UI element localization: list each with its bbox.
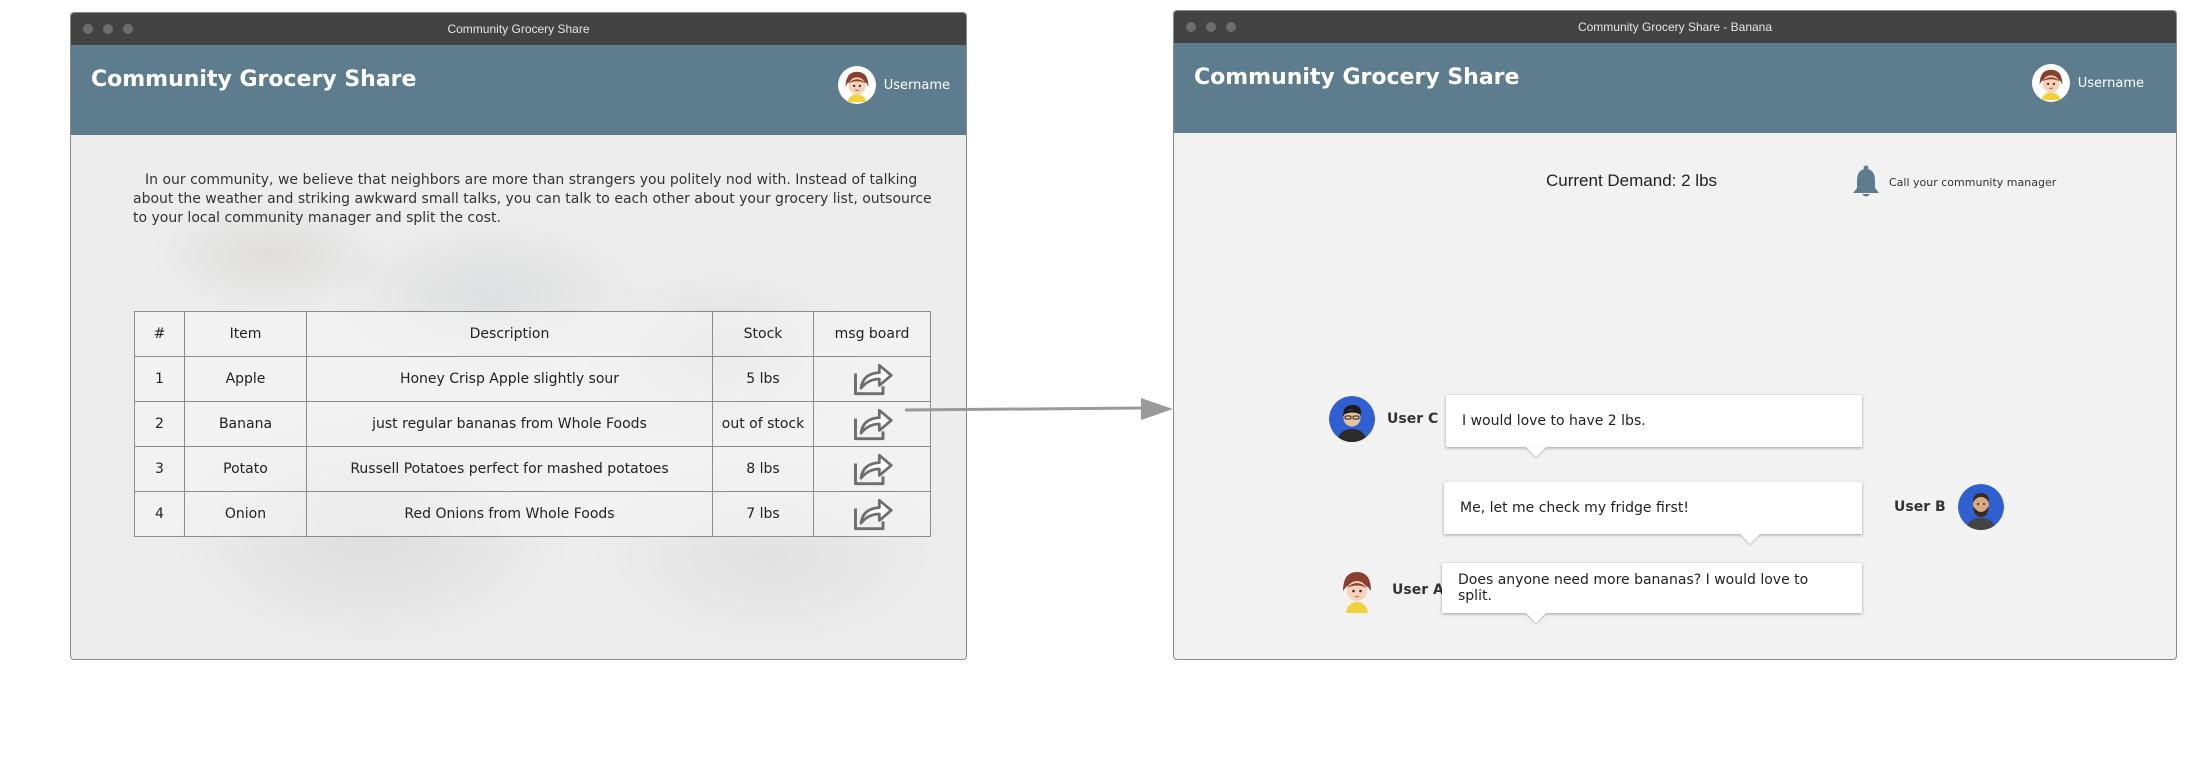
chat-user-a: User A <box>1334 567 1444 613</box>
row-number: 1 <box>134 356 185 402</box>
row-description: Russell Potatoes perfect for mashed pota… <box>306 446 713 492</box>
column-header-stock: Stock <box>712 311 814 357</box>
app-title: Community Grocery Share <box>1194 65 1520 90</box>
msg-board-cell <box>813 491 931 537</box>
user-c-avatar-icon <box>1329 396 1375 442</box>
content-area: In our community, we believe that neighb… <box>71 135 966 659</box>
user-b-avatar-icon <box>1957 484 2004 530</box>
window-title: Community Grocery Share - Banana <box>1577 20 1773 34</box>
user-avatar-icon <box>2031 64 2070 102</box>
share-icon[interactable] <box>850 405 894 443</box>
intro-paragraph: In our community, we believe that neighb… <box>133 172 932 226</box>
grocery-list-window: Community Grocery Share Community Grocer… <box>70 12 967 660</box>
user-avatar-icon <box>837 66 876 104</box>
minimize-window-button[interactable] <box>103 24 113 34</box>
row-number: 3 <box>134 446 185 492</box>
app-header: Community Grocery Share Username <box>71 45 966 135</box>
bubble-tail <box>1526 447 1546 457</box>
user-a-avatar-icon <box>1334 567 1380 613</box>
close-window-button[interactable] <box>83 24 93 34</box>
table-row: 2 Banana just regular bananas from Whole… <box>134 401 931 447</box>
chat-message-text: Does anyone need more bananas? I would l… <box>1458 572 1809 604</box>
chat-message-bubble: Me, let me check my fridge first! <box>1444 482 1862 544</box>
share-icon[interactable] <box>850 450 894 488</box>
call-manager-button[interactable]: Call your community manager <box>1851 165 2056 199</box>
call-manager-label: Call your community manager <box>1889 175 2057 189</box>
user-menu[interactable]: Username <box>2031 64 2144 102</box>
user-menu[interactable]: Username <box>837 66 950 104</box>
bell-icon <box>1851 165 1881 199</box>
chat-user-b: User B <box>1894 484 2004 530</box>
row-stock: 7 lbs <box>712 491 814 537</box>
chat-user-c: User C <box>1329 396 1438 442</box>
row-item: Apple <box>184 356 307 402</box>
row-description: Honey Crisp Apple slightly sour <box>306 356 713 402</box>
chat-message-bubble: I would love to have 2 lbs. <box>1446 395 1862 457</box>
share-icon[interactable] <box>850 495 894 533</box>
user-c-name: User C <box>1387 411 1439 427</box>
maximize-window-button[interactable] <box>1226 22 1236 32</box>
window-titlebar: Community Grocery Share - Banana <box>1174 11 2176 43</box>
table-row: 4 Onion Red Onions from Whole Foods 7 lb… <box>134 491 931 537</box>
chat-message-bubble: Does anyone need more bananas? I would l… <box>1442 563 1862 623</box>
row-number: 2 <box>134 401 185 447</box>
window-controls <box>1186 22 1236 32</box>
window-title: Community Grocery Share <box>447 22 590 36</box>
column-header-item: Item <box>184 311 307 357</box>
row-item: Banana <box>184 401 307 447</box>
username-label: Username <box>883 77 950 93</box>
window-titlebar: Community Grocery Share <box>71 13 966 45</box>
row-item: Onion <box>184 491 307 537</box>
item-chat-window: Community Grocery Share - Banana Communi… <box>1173 10 2177 660</box>
minimize-window-button[interactable] <box>1206 22 1216 32</box>
column-header-msg-board: msg board <box>813 311 931 357</box>
row-description: just regular bananas from Whole Foods <box>306 401 713 447</box>
username-label: Username <box>2077 75 2144 91</box>
user-b-name: User B <box>1894 499 1946 515</box>
row-stock: 5 lbs <box>712 356 814 402</box>
bubble-tail <box>1740 534 1760 544</box>
column-header-number: # <box>134 311 185 357</box>
maximize-window-button[interactable] <box>123 24 133 34</box>
table-header-row: # Item Description Stock msg board <box>134 311 931 357</box>
row-description: Red Onions from Whole Foods <box>306 491 713 537</box>
row-stock: out of stock <box>712 401 814 447</box>
share-icon[interactable] <box>850 360 894 398</box>
chat-message-text: I would love to have 2 lbs. <box>1462 413 1646 429</box>
app-header: Community Grocery Share Username <box>1174 43 2176 133</box>
window-controls <box>83 24 133 34</box>
msg-board-cell <box>813 356 931 402</box>
flow-arrow-icon <box>904 398 1173 420</box>
msg-board-cell <box>813 446 931 492</box>
row-item: Potato <box>184 446 307 492</box>
chat-message-text: Me, let me check my fridge first! <box>1460 500 1689 516</box>
row-number: 4 <box>134 491 185 537</box>
grocery-table: # Item Description Stock msg board 1 App… <box>134 311 931 537</box>
app-title: Community Grocery Share <box>91 67 417 92</box>
table-row: 1 Apple Honey Crisp Apple slightly sour … <box>134 356 931 402</box>
column-header-description: Description <box>306 311 713 357</box>
table-row: 3 Potato Russell Potatoes perfect for ma… <box>134 446 931 492</box>
row-stock: 8 lbs <box>712 446 814 492</box>
user-a-name: User A <box>1392 582 1444 598</box>
close-window-button[interactable] <box>1186 22 1196 32</box>
bubble-tail <box>1526 613 1546 623</box>
current-demand-label: Current Demand: 2 lbs <box>1546 171 1718 190</box>
